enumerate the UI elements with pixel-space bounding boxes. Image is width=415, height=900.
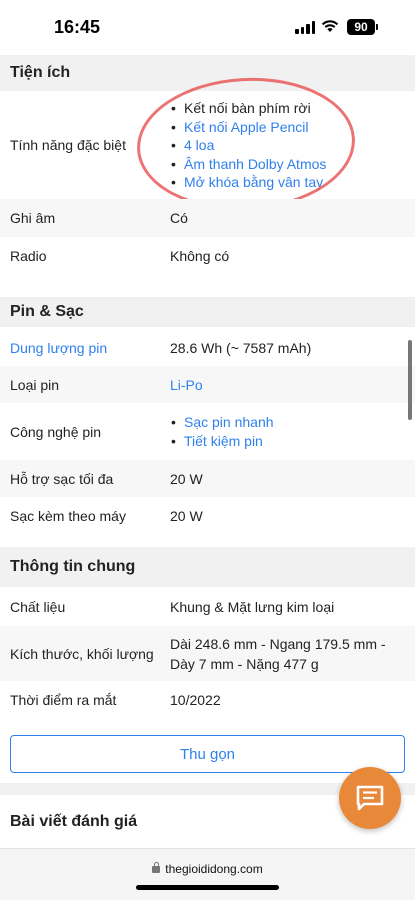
battery-type-label: Loại pin	[10, 376, 60, 393]
status-time: 16:45	[54, 17, 101, 37]
radio-label: Radio	[10, 248, 47, 264]
row-recording: Ghi âm Có	[0, 199, 415, 237]
url-text: thegioididong.com	[165, 862, 263, 876]
row-special-features: Tính năng đặc biệt Kết nối bàn phím rời …	[0, 91, 415, 199]
review-section-title: Bài viết đánh giá	[10, 813, 138, 830]
feature-item: Kết nối bàn phím rời	[170, 99, 326, 118]
release-date-label: Thời điểm ra mắt	[10, 692, 117, 708]
section-title-pin-sac: Pin & Sạc	[0, 287, 415, 327]
battery-capacity-link[interactable]: Dung lượng pin	[10, 340, 107, 356]
row-release-date: Thời điểm ra mắt 10/2022	[0, 681, 415, 719]
row-battery-capacity: Dung lượng pin 28.6 Wh (~ 7587 mAh)	[0, 329, 415, 366]
included-charger-value: 20 W	[170, 508, 203, 524]
chat-button[interactable]	[339, 767, 401, 829]
material-label: Chất liệu	[10, 598, 66, 615]
signal-icon	[295, 21, 315, 34]
size-weight-label: Kích thước, khối lượng	[10, 645, 154, 662]
wifi-icon	[321, 20, 339, 32]
browser-address-bar[interactable]: thegioididong.com	[0, 848, 415, 900]
battery-capacity-value: 28.6 Wh (~ 7587 mAh)	[170, 339, 312, 356]
battery-indicator: 90	[347, 19, 375, 35]
section-title-thong-tin-chung: Thông tin chung	[0, 547, 415, 587]
row-material: Chất liệu Khung & Mặt lưng kim loại	[0, 587, 415, 626]
feature-item-link[interactable]: 4 loa	[170, 136, 326, 155]
max-charge-value: 20 W	[170, 470, 203, 487]
included-charger-label: Sạc kèm theo máy	[10, 508, 126, 524]
row-max-charge: Hỗ trợ sạc tối đa 20 W	[0, 460, 415, 497]
radio-value: Không có	[170, 248, 230, 264]
row-size-weight: Kích thước, khối lượng Dài 248.6 mm - Ng…	[0, 626, 415, 681]
size-weight-value: Dài 248.6 mm - Ngang 179.5 mm - Dày 7 mm…	[170, 635, 386, 672]
battery-type-link[interactable]: Li-Po	[170, 375, 203, 395]
feature-item-link[interactable]: Âm thanh Dolby Atmos	[170, 155, 326, 174]
battery-tech-link[interactable]: Sạc pin nhanh	[170, 413, 274, 432]
max-charge-label: Hỗ trợ sạc tối đa	[10, 470, 114, 487]
special-features-label: Tính năng đặc biệt	[10, 137, 126, 153]
row-radio: Radio Không có	[0, 237, 415, 275]
feature-item-link[interactable]: Kết nối Apple Pencil	[170, 118, 326, 137]
recording-value: Có	[170, 210, 188, 226]
battery-tech-list: Sạc pin nhanh Tiết kiệm pin	[170, 413, 274, 450]
collapse-button[interactable]: Thu gọn	[10, 735, 405, 773]
battery-tech-label: Công nghệ pin	[10, 423, 102, 440]
feature-item-link[interactable]: Mở khóa bằng vân tay	[170, 173, 326, 192]
chat-bubble-icon	[356, 785, 384, 811]
row-battery-type: Loại pin Li-Po	[0, 366, 415, 403]
scrollbar-thumb[interactable]	[408, 340, 412, 420]
material-value: Khung & Mặt lưng kim loại	[170, 598, 335, 615]
url-display[interactable]: thegioididong.com	[0, 862, 415, 876]
status-bar: 16:45 90	[0, 0, 415, 55]
special-features-list: Kết nối bàn phím rời Kết nối Apple Penci…	[170, 99, 326, 192]
battery-tech-link[interactable]: Tiết kiệm pin	[170, 432, 274, 451]
row-battery-tech: Công nghệ pin Sạc pin nhanh Tiết kiệm pi…	[0, 403, 415, 460]
row-included-charger: Sạc kèm theo máy 20 W	[0, 497, 415, 535]
section-title-tien-ich: Tiện ích	[0, 55, 415, 91]
home-indicator[interactable]	[136, 885, 279, 890]
recording-label: Ghi âm	[10, 210, 56, 226]
release-date-value: 10/2022	[170, 692, 221, 708]
battery-cap	[376, 24, 378, 30]
lock-icon	[152, 862, 161, 873]
